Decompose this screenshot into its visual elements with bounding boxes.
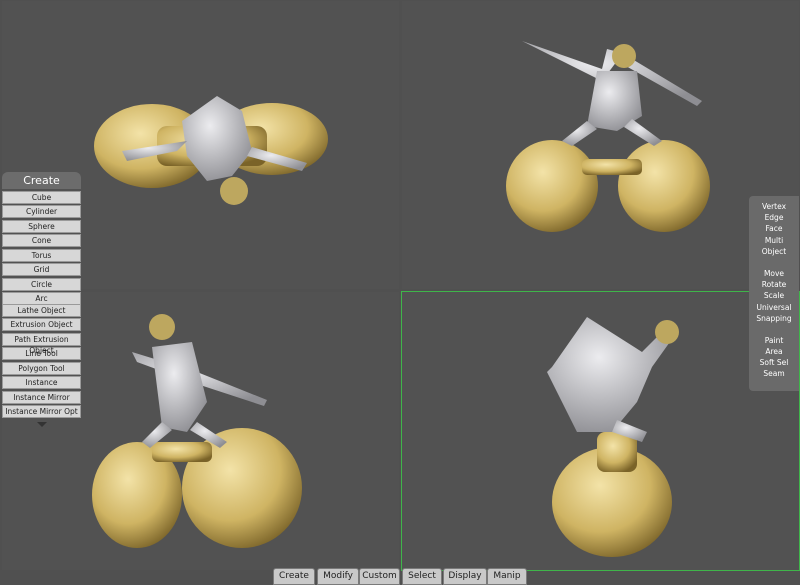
bottom-tab-bar: Create Modify Custom Select Display Mani… xyxy=(0,567,800,585)
torus-button[interactable]: Torus xyxy=(2,248,81,262)
mode-object[interactable]: Object xyxy=(749,246,799,257)
tool-universal[interactable]: Universal xyxy=(749,302,799,313)
sphere-button[interactable]: Sphere xyxy=(2,219,81,233)
create-panel-title: Create xyxy=(2,172,81,189)
viewport-front[interactable] xyxy=(402,1,799,289)
tab-modify[interactable]: Modify xyxy=(317,568,359,585)
tab-display[interactable]: Display xyxy=(443,568,487,585)
tool-paint[interactable]: Paint xyxy=(749,335,799,346)
line-tool-button[interactable]: Line Tool xyxy=(2,347,81,360)
model-render-front xyxy=(506,41,710,232)
tool-rotate[interactable]: Rotate xyxy=(749,279,799,290)
extrusion-object-button[interactable]: Extrusion Object xyxy=(2,318,81,331)
circle-button[interactable]: Circle xyxy=(2,277,81,291)
tool-snapping[interactable]: Snapping xyxy=(749,313,799,324)
tool-scale[interactable]: Scale xyxy=(749,290,799,301)
instance-button[interactable]: Instance xyxy=(2,376,81,389)
tool-seam[interactable]: Seam xyxy=(749,368,799,379)
tab-select[interactable]: Select xyxy=(402,568,442,585)
lathe-object-button[interactable]: Lathe Object xyxy=(2,303,81,317)
polygon-tool-button[interactable]: Polygon Tool xyxy=(2,361,81,375)
model-render-perspective xyxy=(547,317,679,557)
mode-panel: Vertex Edge Face Multi Object Move Rotat… xyxy=(749,196,799,391)
tab-custom[interactable]: Custom xyxy=(359,568,400,585)
create-tools-panel: Lathe Object Extrusion Object Path Extru… xyxy=(2,302,81,427)
triangle-down-icon[interactable] xyxy=(36,422,47,427)
viewport-perspective[interactable] xyxy=(401,291,800,571)
tab-manip[interactable]: Manip xyxy=(487,568,527,585)
tool-soft-sel[interactable]: Soft Sel xyxy=(749,357,799,368)
cone-button[interactable]: Cone xyxy=(2,234,81,247)
mode-edge[interactable]: Edge xyxy=(749,212,799,223)
cube-button[interactable]: Cube xyxy=(2,190,81,204)
tool-area[interactable]: Area xyxy=(749,346,799,357)
mode-face[interactable]: Face xyxy=(749,223,799,234)
tool-move[interactable]: Move xyxy=(749,268,799,279)
cylinder-button[interactable]: Cylinder xyxy=(2,205,81,218)
mode-multi[interactable]: Multi xyxy=(749,235,799,246)
instance-mirror-opt-button[interactable]: Instance Mirror Opt xyxy=(2,405,81,418)
grid-button[interactable]: Grid xyxy=(2,263,81,276)
path-extrusion-object-button[interactable]: Path Extrusion Object xyxy=(2,332,81,355)
instance-mirror-button[interactable]: Instance Mirror xyxy=(2,390,81,404)
tab-create[interactable]: Create xyxy=(273,568,315,585)
mode-vertex[interactable]: Vertex xyxy=(749,201,799,212)
create-panel: Create Cube Cylinder Sphere Cone Torus G… xyxy=(2,172,81,305)
